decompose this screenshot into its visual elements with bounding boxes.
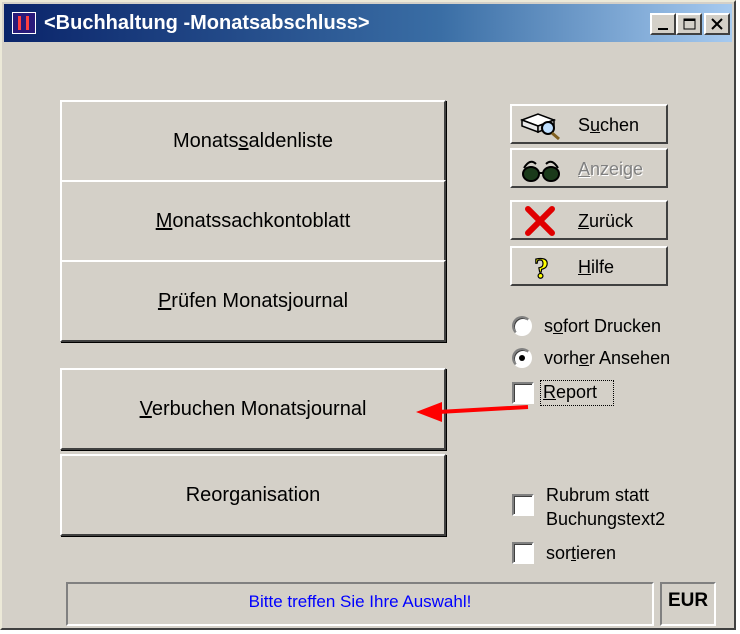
- verbuchen-monatsjournal-button[interactable]: Verbuchen Monatsjournal: [60, 368, 446, 450]
- red-x-icon: [525, 206, 555, 236]
- vorher-ansehen-radio[interactable]: [512, 348, 532, 368]
- glasses-icon: [522, 160, 560, 182]
- sortieren-label: sortieren: [546, 543, 617, 563]
- monatssaldenliste-button[interactable]: Monatssaldenliste: [60, 100, 446, 182]
- button-label: Suchen: [578, 115, 640, 135]
- title-bar[interactable]: <Buchhaltung -Monatsabschluss>: [4, 4, 732, 42]
- sofort-drucken-radio[interactable]: [512, 316, 532, 336]
- button-label: Monatssaldenliste: [172, 129, 334, 152]
- sofort-drucken-label: sofort Drucken: [544, 316, 662, 336]
- window-title: <Buchhaltung -Monatsabschluss>: [44, 12, 370, 34]
- vorher-ansehen-label: vorher Ansehen: [544, 348, 671, 368]
- button-label: Anzeige: [578, 159, 644, 179]
- report-label: Report: [543, 382, 598, 402]
- radio-selected-dot: [519, 355, 525, 361]
- app-window: <Buchhaltung -Monatsabschluss> Monatssal…: [0, 0, 736, 630]
- button-label: Verbuchen Monatsjournal: [139, 397, 367, 420]
- close-icon: [711, 18, 723, 30]
- status-message: Bitte treffen Sie Ihre Auswahl!: [248, 592, 472, 611]
- status-panel: Bitte treffen Sie Ihre Auswahl!: [66, 582, 654, 626]
- question-icon: ?: [533, 252, 549, 282]
- button-label: Reorganisation: [185, 483, 321, 506]
- app-icon: [12, 12, 36, 34]
- svg-text:?: ?: [534, 252, 549, 282]
- report-checkbox[interactable]: [512, 382, 534, 404]
- maximize-button[interactable]: [676, 13, 702, 35]
- maximize-icon: [683, 18, 696, 30]
- button-label: Hilfe: [578, 257, 615, 277]
- sortieren-checkbox[interactable]: [512, 542, 534, 564]
- currency-indicator: EUR: [660, 582, 716, 626]
- minimize-icon: [658, 28, 668, 30]
- close-button[interactable]: [704, 13, 730, 35]
- monatssachkontoblatt-button[interactable]: Monatssachkontoblatt: [60, 180, 446, 262]
- anzeige-button[interactable]: Anzeige: [510, 148, 668, 188]
- button-label: Prüfen Monatsjournal: [157, 289, 349, 312]
- rubrum-checkbox[interactable]: [512, 494, 534, 516]
- reorganisation-button[interactable]: Reorganisation: [60, 454, 446, 536]
- suchen-button[interactable]: Suchen: [510, 104, 668, 144]
- search-book-icon: [520, 113, 560, 140]
- pruefen-monatsjournal-button[interactable]: Prüfen Monatsjournal: [60, 260, 446, 342]
- minimize-button[interactable]: [650, 13, 676, 35]
- hilfe-button[interactable]: ? Hilfe: [510, 246, 668, 286]
- rubrum-label: Rubrum statt Buchungstext2: [546, 485, 666, 529]
- button-label: Zurück: [578, 211, 634, 231]
- zurueck-button[interactable]: Zurück: [510, 200, 668, 240]
- button-label: Monatssachkontoblatt: [155, 209, 351, 232]
